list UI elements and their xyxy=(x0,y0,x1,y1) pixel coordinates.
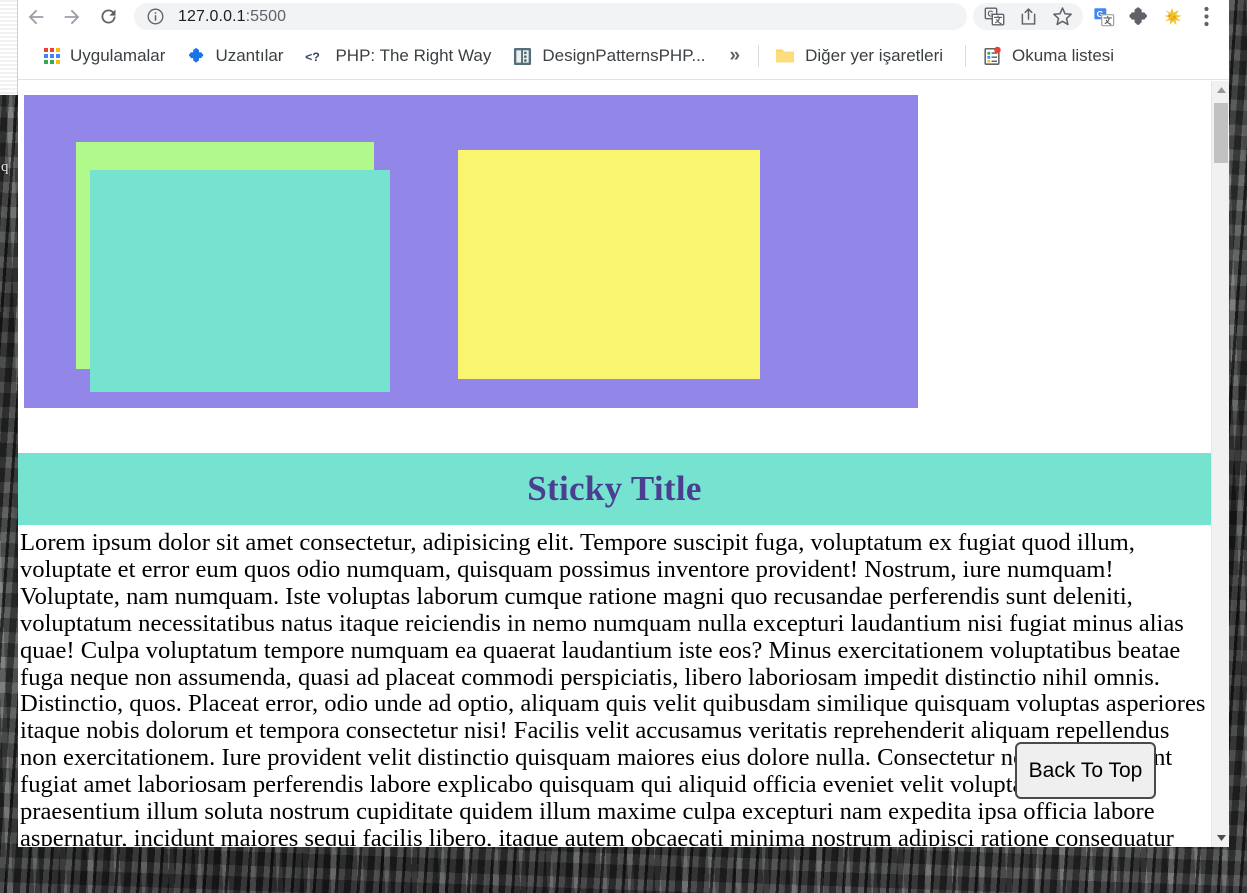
bookmark-label: Okuma listesi xyxy=(1012,46,1115,65)
back-arrow-icon xyxy=(28,9,44,24)
chrome-menu-button[interactable] xyxy=(1189,2,1223,32)
bookmark-item-extensions[interactable]: Uzantılar xyxy=(179,41,291,71)
bookmark-label: PHP: The Right Way xyxy=(335,46,492,65)
scrollbar-thumb[interactable] xyxy=(1214,103,1228,163)
bookmarks-overflow-button[interactable]: » xyxy=(720,45,751,67)
google-translate-extension-button[interactable]: G xyxy=(1087,2,1121,32)
forward-button[interactable] xyxy=(54,0,90,33)
puzzle-extensions-icon xyxy=(1129,6,1147,25)
bookmark-label: Diğer yer işaretleri xyxy=(805,46,944,65)
reload-icon xyxy=(101,9,115,24)
bookmark-label: DesignPatternsPHP... xyxy=(542,46,706,65)
reload-button[interactable] xyxy=(90,0,126,33)
share-button[interactable] xyxy=(1011,2,1045,32)
folder-icon xyxy=(775,47,795,65)
background-window-sliver[interactable]: q xyxy=(0,0,18,893)
bookmarks-divider xyxy=(758,45,760,67)
omnibox-action-group: G xyxy=(973,3,1083,30)
sticky-title-bar: Sticky Title xyxy=(18,453,1211,525)
bookmark-star-button[interactable] xyxy=(1045,2,1079,32)
star-icon xyxy=(1052,7,1072,26)
address-bar[interactable]: 127.0.0.1:5500 xyxy=(134,3,967,30)
extensions-button[interactable] xyxy=(1121,2,1155,32)
back-to-top-button[interactable]: Back To Top xyxy=(1015,742,1156,799)
teal-box xyxy=(90,170,390,392)
puzzle-icon xyxy=(187,47,205,65)
forward-arrow-icon xyxy=(64,9,80,24)
bookmark-item-designpatternsphp[interactable]: DesignPatternsPHP... xyxy=(505,41,713,71)
back-button[interactable] xyxy=(18,0,54,33)
purple-container-box xyxy=(24,95,918,408)
yellow-box xyxy=(458,150,760,379)
bookmarks-bar: Uygulamalar Uzantılar <? PHP: The Right … xyxy=(18,33,1229,80)
translate-button[interactable]: G xyxy=(977,2,1011,32)
browser-window: 127.0.0.1:5500 G G Uygulamalar Uzantılar… xyxy=(18,0,1229,847)
background-window-text: q xyxy=(1,159,9,175)
reading-list-icon xyxy=(982,46,1002,66)
bookmark-item-reading-list[interactable]: Okuma listesi xyxy=(974,41,1122,71)
apps-grid-icon xyxy=(44,48,60,64)
scrollbar-down-arrow-button[interactable] xyxy=(1212,829,1229,847)
page-viewport: Sticky Title Lorem ipsum dolor sit amet … xyxy=(18,80,1229,846)
background-window-titlebar xyxy=(0,0,18,95)
browser-toolbar: 127.0.0.1:5500 G G xyxy=(18,0,1229,33)
url-text: 127.0.0.1:5500 xyxy=(178,7,287,25)
svg-text:<?: <? xyxy=(306,50,321,64)
bookmark-label: Uzantılar xyxy=(215,46,284,65)
page-content: Sticky Title Lorem ipsum dolor sit amet … xyxy=(18,80,1211,846)
bookmark-item-other-bookmarks[interactable]: Diğer yer işaretleri xyxy=(767,41,951,71)
book-icon xyxy=(513,47,532,66)
chevron-down-icon xyxy=(1216,835,1226,841)
bookmarks-divider-2 xyxy=(965,45,967,67)
info-circle-icon[interactable] xyxy=(146,7,165,26)
share-icon xyxy=(1021,8,1035,25)
honey-extension-button[interactable] xyxy=(1155,2,1189,32)
chevron-up-icon xyxy=(1216,87,1226,93)
bookmark-item-php-the-right-way[interactable]: <? PHP: The Right Way xyxy=(297,41,499,71)
code-tag-icon: <? xyxy=(305,47,325,65)
scrollbar-up-arrow-button[interactable] xyxy=(1212,81,1229,99)
translate-extension-icon: G xyxy=(1094,7,1115,26)
translate-icon: G xyxy=(984,7,1004,26)
bookmark-item-apps[interactable]: Uygulamalar xyxy=(36,41,173,71)
bookmark-label: Uygulamalar xyxy=(70,46,166,65)
sticky-title: Sticky Title xyxy=(527,469,702,508)
three-dot-menu-icon xyxy=(1203,6,1209,27)
honey-extension-icon xyxy=(1164,7,1182,25)
page-scrollbar[interactable] xyxy=(1211,81,1229,847)
